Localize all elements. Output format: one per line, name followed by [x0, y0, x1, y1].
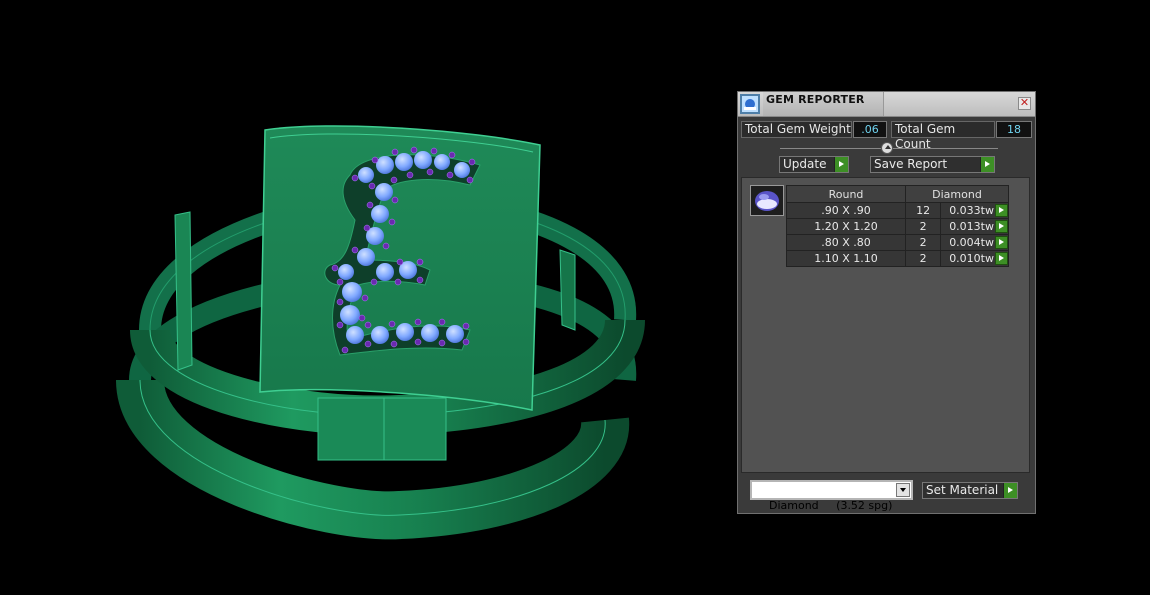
play-arrow-icon: [1003, 483, 1017, 498]
gem-weight-cell: 0.010tw: [940, 250, 1009, 267]
gem-count: 2: [904, 250, 942, 267]
panel-title: GEM REPORTER: [766, 93, 865, 106]
gem-count: 2: [904, 234, 942, 251]
3d-viewport[interactable]: [0, 0, 720, 591]
total-gem-count-value: 18: [996, 121, 1032, 138]
gem-weight: 0.033tw: [949, 203, 994, 217]
gem-size: .90 X .90: [786, 202, 906, 219]
play-arrow-icon: [834, 157, 848, 172]
round-gem-icon[interactable]: [750, 185, 784, 216]
gem-count: 2: [904, 218, 942, 235]
column-header-shape: Round: [786, 185, 906, 203]
close-icon[interactable]: ✕: [1018, 97, 1031, 110]
gem-size: 1.20 X 1.20: [786, 218, 906, 235]
gem-weight: 0.010tw: [949, 251, 994, 265]
update-button-label: Update: [783, 157, 827, 171]
gem-size: .80 X .80: [786, 234, 906, 251]
gem-reporter-panel: GEM REPORTER ✕ Total Gem Weight .06 Tota…: [737, 91, 1036, 514]
gem-weight: 0.013tw: [949, 219, 994, 233]
material-dropdown[interactable]: Diamond (3.52 spg): [750, 480, 913, 512]
set-material-button-label: Set Material: [926, 483, 999, 497]
table-row[interactable]: 1.10 X 1.10 2 0.010tw: [786, 250, 1009, 267]
play-arrow-icon[interactable]: [995, 204, 1008, 218]
save-report-button[interactable]: Save Report: [870, 156, 995, 173]
gem-count: 12: [904, 202, 942, 219]
play-arrow-icon[interactable]: [995, 236, 1008, 250]
total-gem-weight-label: Total Gem Weight: [741, 121, 852, 138]
update-button[interactable]: Update: [779, 156, 849, 173]
set-material-button[interactable]: Set Material: [922, 482, 1018, 499]
table-row[interactable]: .90 X .90 12 0.033tw: [786, 202, 1009, 219]
gem-size: 1.10 X 1.10: [786, 250, 906, 267]
material-selected-value: Diamond (3.52 spg): [769, 499, 893, 512]
play-arrow-icon[interactable]: [995, 220, 1008, 234]
table-row[interactable]: .80 X .80 2 0.004tw: [786, 234, 1009, 251]
total-gem-weight-value: .06: [853, 121, 887, 138]
table-row[interactable]: 1.20 X 1.20 2 0.013tw: [786, 218, 1009, 235]
total-gem-count-label: Total Gem Count: [891, 121, 995, 151]
play-arrow-icon: [980, 157, 994, 172]
column-header-material: Diamond: [905, 185, 1009, 203]
play-arrow-icon[interactable]: [995, 252, 1008, 266]
gem-table: Round Diamond .90 X .90 12 0.033tw 1.20 …: [786, 185, 1009, 267]
ring-model: [116, 125, 645, 540]
gem-weight-cell: 0.033tw: [940, 202, 1009, 219]
slider-handle[interactable]: [881, 142, 893, 154]
gem-list: Round Diamond .90 X .90 12 0.033tw 1.20 …: [741, 177, 1030, 473]
gem-weight-cell: 0.004tw: [940, 234, 1009, 251]
gem-weight: 0.004tw: [949, 235, 994, 249]
save-report-button-label: Save Report: [874, 157, 948, 171]
chevron-down-icon[interactable]: [896, 483, 910, 497]
gem-weight-cell: 0.013tw: [940, 218, 1009, 235]
gem-reporter-app-icon: [740, 94, 760, 114]
title-bar[interactable]: GEM REPORTER ✕: [738, 92, 1035, 117]
